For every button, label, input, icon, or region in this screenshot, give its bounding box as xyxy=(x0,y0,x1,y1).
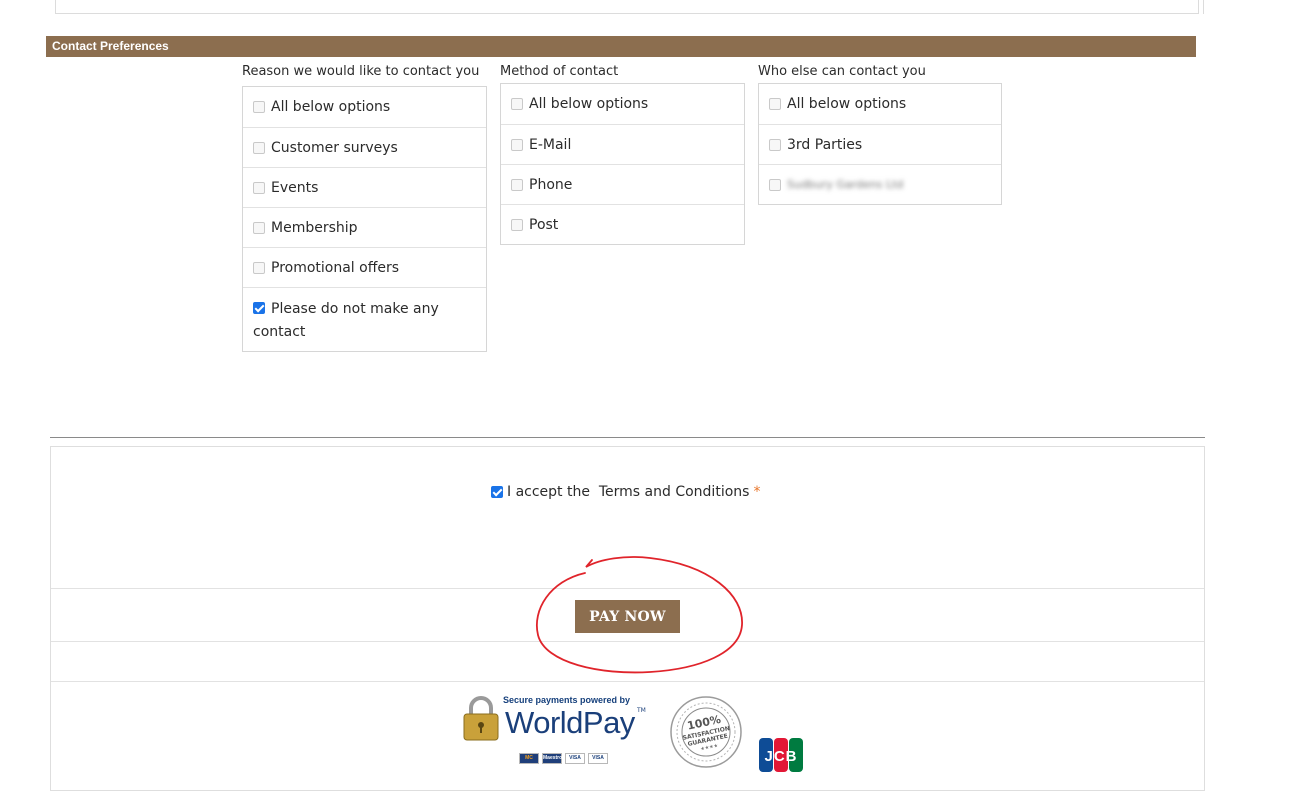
terms-row[interactable]: I accept the Terms and Conditions * xyxy=(491,484,760,500)
option-row[interactable]: Promotional offers xyxy=(243,247,486,287)
reason-column: Reason we would like to contact you All … xyxy=(242,61,487,352)
method-column: Method of contact All below options E-Ma… xyxy=(500,61,745,245)
terms-label[interactable]: I accept the Terms and Conditions xyxy=(507,484,749,500)
option-label: 3rd Parties xyxy=(787,136,863,153)
who-column-title: Who else can contact you xyxy=(758,64,926,79)
method-options: All below options E-Mail Phone Post xyxy=(500,83,745,245)
section-header-contact-preferences: Contact Preferences xyxy=(46,36,1196,57)
required-asterisk: * xyxy=(753,484,761,500)
option-label-blurred: Sudbury Gardens Ltd xyxy=(787,178,904,191)
who-options: All below options 3rd Parties Sudbury Ga… xyxy=(758,83,1002,205)
option-row[interactable]: All below options xyxy=(759,84,1001,124)
option-row[interactable]: Events xyxy=(243,167,486,207)
option-row[interactable]: E-Mail xyxy=(501,124,744,164)
option-row[interactable]: Phone xyxy=(501,164,744,204)
checkbox[interactable] xyxy=(253,141,265,154)
visa-electron-icon: VISA xyxy=(588,753,608,764)
option-row[interactable]: Customer surveys xyxy=(243,127,486,167)
option-label: E-Mail xyxy=(529,136,572,153)
visa-icon: VISA xyxy=(565,753,585,764)
checkbox[interactable] xyxy=(769,98,781,110)
card-logos: MC Maestro VISA VISA xyxy=(519,753,608,764)
who-column: Who else can contact you All below optio… xyxy=(758,61,1002,205)
checkbox[interactable] xyxy=(511,98,523,110)
red-annotation-circle xyxy=(536,556,743,674)
option-label: Events xyxy=(271,179,319,196)
option-label: Customer surveys xyxy=(271,139,398,156)
checkbox[interactable] xyxy=(253,181,265,194)
worldpay-logo: Secure payments powered by WorldPay TM M… xyxy=(461,695,661,767)
checkbox[interactable] xyxy=(769,138,781,151)
option-row[interactable]: Membership xyxy=(243,207,486,247)
top-frame xyxy=(55,0,1199,14)
checkbox[interactable] xyxy=(253,101,265,113)
option-label: Phone xyxy=(529,176,573,193)
checkbox[interactable] xyxy=(253,221,265,234)
worldpay-tm: TM xyxy=(637,707,646,714)
terms-checkbox[interactable] xyxy=(491,486,503,498)
option-label: All below options xyxy=(271,99,391,115)
checkbox[interactable] xyxy=(769,178,781,191)
option-row[interactable]: All below options xyxy=(501,84,744,124)
option-label: Promotional offers xyxy=(271,259,400,276)
option-row[interactable]: Post xyxy=(501,204,744,244)
method-column-title: Method of contact xyxy=(500,64,619,79)
option-row[interactable]: 3rd Parties xyxy=(759,124,1001,164)
padlock-icon xyxy=(463,696,499,741)
satisfaction-guarantee-seal: 100% SATISFACTION GUARANTEE ★★★★ xyxy=(670,696,742,768)
option-row[interactable]: Sudbury Gardens Ltd xyxy=(759,164,1001,204)
top-frame-tick xyxy=(1203,0,1204,14)
checkbox[interactable] xyxy=(511,178,523,191)
option-row[interactable]: All below options xyxy=(243,87,486,127)
jcb-logo: JCB xyxy=(759,738,803,772)
checkbox[interactable] xyxy=(253,261,265,274)
option-label: Please do not make any contact xyxy=(253,301,439,340)
worldpay-name: WorldPay xyxy=(505,705,635,740)
checkbox[interactable] xyxy=(511,218,523,231)
reason-column-title: Reason we would like to contact you xyxy=(242,64,480,79)
reason-options: All below options Customer surveys Event… xyxy=(242,86,487,352)
divider xyxy=(50,437,1205,438)
mastercard-icon: MC xyxy=(519,753,539,764)
jcb-text: JCB xyxy=(764,748,797,765)
option-label: All below options xyxy=(529,96,649,112)
checkbox[interactable] xyxy=(511,138,523,151)
row-divider xyxy=(51,681,1204,682)
worldpay-caption: Secure payments powered by xyxy=(503,695,631,705)
maestro-icon: Maestro xyxy=(542,753,562,764)
checkbox-checked[interactable] xyxy=(253,302,265,314)
option-row[interactable]: Please do not make any contact xyxy=(243,287,486,351)
option-label: All below options xyxy=(787,96,907,112)
option-label: Post xyxy=(529,216,559,233)
option-label: Membership xyxy=(271,219,358,236)
